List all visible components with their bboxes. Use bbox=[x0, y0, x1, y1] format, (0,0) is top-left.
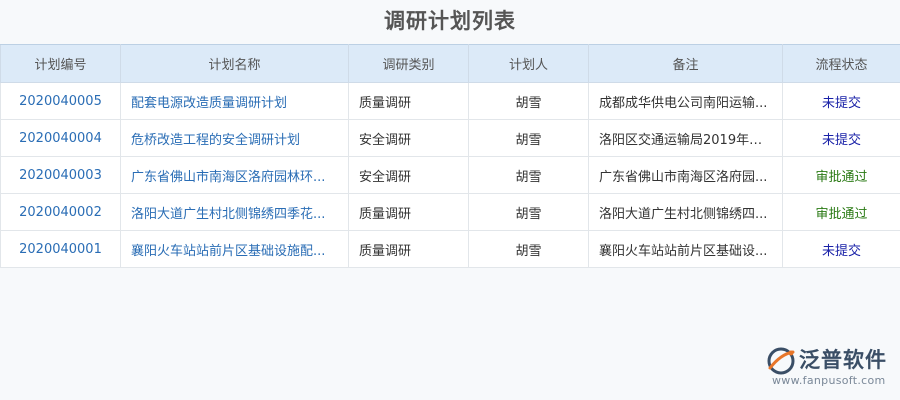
plan-name-cell: 危桥改造工程的安全调研计划 bbox=[120, 119, 349, 157]
flow-status-cell: 审批通过 bbox=[782, 193, 900, 231]
planner-cell: 胡雪 bbox=[468, 193, 589, 231]
plan-name-cell: 广东省佛山市南海区洛府园林环... bbox=[120, 156, 349, 194]
flow-status-cell: 未提交 bbox=[782, 119, 900, 157]
plan-name-cell: 襄阳火车站站前片区基础设施配... bbox=[120, 230, 349, 268]
plan-name-link[interactable]: 洛阳大道广生村北侧锦绣四季花... bbox=[131, 207, 325, 222]
plan-name-link[interactable]: 危桥改造工程的安全调研计划 bbox=[131, 133, 300, 148]
plan-name-link[interactable]: 配套电源改造质量调研计划 bbox=[131, 96, 287, 111]
planner-cell: 胡雪 bbox=[468, 82, 589, 120]
plan-id-cell: 2020040001 bbox=[0, 230, 121, 268]
table-row[interactable]: 2020040002 洛阳大道广生村北侧锦绣四季花... 质量调研 胡雪 洛阳大… bbox=[0, 193, 900, 231]
planner-cell: 胡雪 bbox=[468, 119, 589, 157]
note-cell: 成都成华供电公司南阳运输... bbox=[588, 82, 783, 120]
header-flow-status[interactable]: 流程状态 bbox=[782, 44, 900, 83]
logo-url: www.fanpusoft.com bbox=[772, 374, 886, 387]
plan-id-link[interactable]: 2020040002 bbox=[19, 205, 102, 220]
note-cell: 广东省佛山市南海区洛府园... bbox=[588, 156, 783, 194]
plan-name-cell: 配套电源改造质量调研计划 bbox=[120, 82, 349, 120]
header-survey-type[interactable]: 调研类别 bbox=[348, 44, 469, 83]
planner-cell: 胡雪 bbox=[468, 156, 589, 194]
header-planner[interactable]: 计划人 bbox=[468, 44, 589, 83]
survey-type-cell: 安全调研 bbox=[348, 119, 469, 157]
plan-name-link[interactable]: 广东省佛山市南海区洛府园林环... bbox=[131, 170, 325, 185]
flow-status-cell: 审批通过 bbox=[782, 156, 900, 194]
survey-type-cell: 安全调研 bbox=[348, 156, 469, 194]
plan-id-cell: 2020040004 bbox=[0, 119, 121, 157]
plan-name-cell: 洛阳大道广生村北侧锦绣四季花... bbox=[120, 193, 349, 231]
table-row[interactable]: 2020040003 广东省佛山市南海区洛府园林环... 安全调研 胡雪 广东省… bbox=[0, 156, 900, 194]
plan-id-cell: 2020040003 bbox=[0, 156, 121, 194]
header-plan-name[interactable]: 计划名称 bbox=[120, 44, 349, 83]
note-cell: 洛阳区交通运输局2019年第... bbox=[588, 119, 783, 157]
plan-id-link[interactable]: 2020040004 bbox=[19, 131, 102, 146]
note-cell: 襄阳火车站站前片区基础设... bbox=[588, 230, 783, 268]
survey-type-cell: 质量调研 bbox=[348, 230, 469, 268]
survey-type-cell: 质量调研 bbox=[348, 82, 469, 120]
plan-id-link[interactable]: 2020040005 bbox=[19, 94, 102, 109]
plan-table: 计划编号 计划名称 调研类别 计划人 备注 流程状态 2020040005 配套… bbox=[0, 44, 900, 268]
plan-name-link[interactable]: 襄阳火车站站前片区基础设施配... bbox=[131, 244, 325, 259]
table-row[interactable]: 2020040001 襄阳火车站站前片区基础设施配... 质量调研 胡雪 襄阳火… bbox=[0, 230, 900, 268]
table-header-row: 计划编号 计划名称 调研类别 计划人 备注 流程状态 bbox=[0, 44, 900, 83]
flow-status-cell: 未提交 bbox=[782, 82, 900, 120]
page-title: 调研计划列表 bbox=[384, 9, 516, 33]
note-cell: 洛阳大道广生村北侧锦绣四... bbox=[588, 193, 783, 231]
flow-status-cell: 未提交 bbox=[782, 230, 900, 268]
fanpu-logo-icon bbox=[767, 347, 795, 375]
plan-id-cell: 2020040002 bbox=[0, 193, 121, 231]
table-row[interactable]: 2020040004 危桥改造工程的安全调研计划 安全调研 胡雪 洛阳区交通运输… bbox=[0, 119, 900, 157]
logo-name: 泛普软件 bbox=[799, 348, 887, 372]
header-note[interactable]: 备注 bbox=[588, 44, 783, 83]
fanpu-logo: 泛普软件 www.fanpusoft.com bbox=[766, 344, 888, 388]
planner-cell: 胡雪 bbox=[468, 230, 589, 268]
plan-id-link[interactable]: 2020040003 bbox=[19, 168, 102, 183]
plan-id-cell: 2020040005 bbox=[0, 82, 121, 120]
table-row[interactable]: 2020040005 配套电源改造质量调研计划 质量调研 胡雪 成都成华供电公司… bbox=[0, 82, 900, 120]
plan-id-link[interactable]: 2020040001 bbox=[19, 242, 102, 257]
survey-type-cell: 质量调研 bbox=[348, 193, 469, 231]
header-plan-id[interactable]: 计划编号 bbox=[0, 44, 121, 83]
